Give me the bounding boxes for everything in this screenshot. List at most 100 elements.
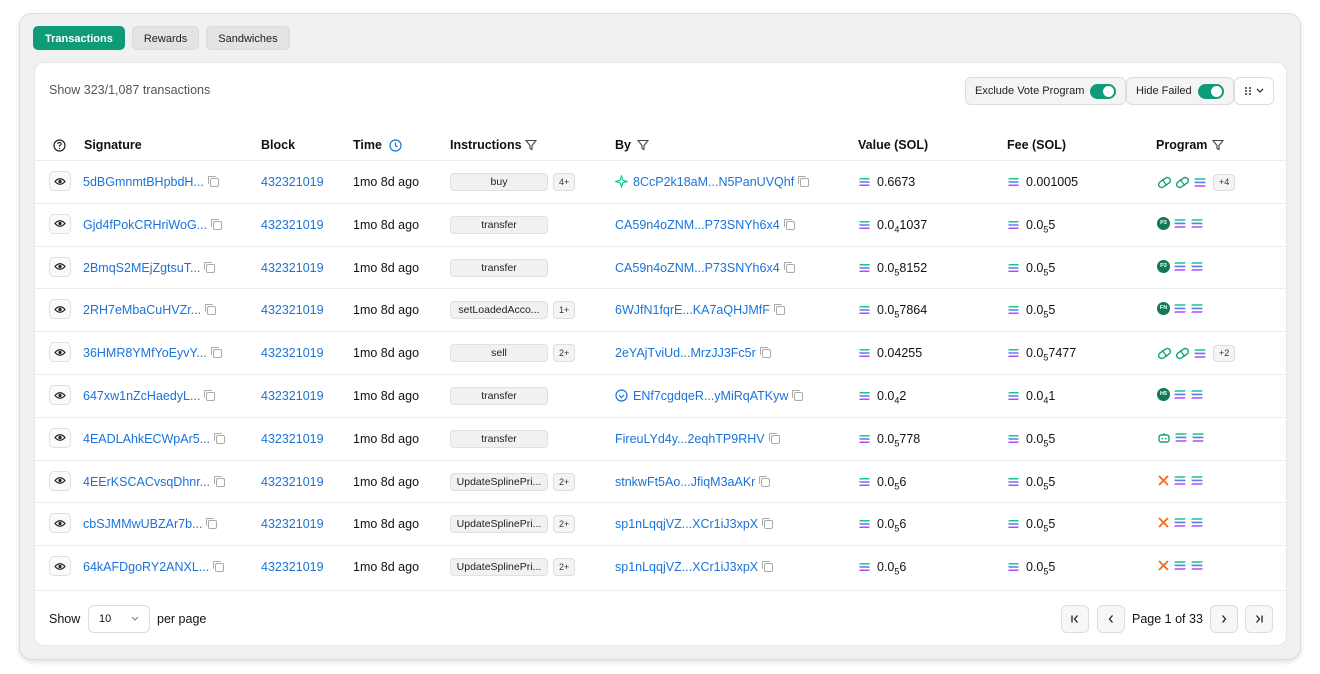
instruction-pill[interactable]: UpdateSplinePri... xyxy=(450,472,548,491)
copy-icon[interactable] xyxy=(204,390,216,401)
clock-icon[interactable] xyxy=(389,139,402,152)
view-button[interactable] xyxy=(49,299,71,320)
instruction-pill[interactable]: buy xyxy=(450,173,548,191)
copy-icon[interactable] xyxy=(205,304,217,316)
copy-icon[interactable] xyxy=(211,218,223,230)
prev-page-button[interactable] xyxy=(1097,605,1125,633)
block-cell[interactable]: 432321019 xyxy=(261,175,324,189)
block-cell[interactable]: 432321019 xyxy=(261,517,324,531)
instruction-pill[interactable]: transfer xyxy=(450,258,548,277)
by-cell[interactable]: ENf7cgdqeR...yMiRqATKyw xyxy=(615,389,804,403)
more-instructions-badge[interactable]: 2+ xyxy=(553,344,576,363)
copy-icon[interactable] xyxy=(792,390,804,401)
by-cell[interactable]: 8CcP2k18aM...N5PanUVQhf xyxy=(613,173,810,190)
signature-cell[interactable]: cbSJMMwUBZAr7b... xyxy=(83,517,218,531)
copy-icon[interactable] xyxy=(210,347,222,359)
copy-icon[interactable] xyxy=(213,561,225,573)
tab-sandwiches[interactable]: Sandwiches xyxy=(206,26,290,50)
view-button[interactable] xyxy=(49,513,71,534)
copy-icon[interactable] xyxy=(783,261,795,273)
copy-icon[interactable] xyxy=(759,475,771,487)
copy-icon[interactable] xyxy=(773,304,785,316)
block-cell[interactable]: 432321019 xyxy=(261,303,324,317)
more-instructions-badge[interactable]: 2+ xyxy=(553,558,576,577)
instruction-pill[interactable]: transfer xyxy=(450,429,548,448)
table-row[interactable]: 64kAFDgoRY2ANXL... 432321019 1mo 8d ago Upd… xyxy=(35,545,1288,588)
view-button[interactable] xyxy=(49,256,71,277)
copy-icon[interactable] xyxy=(214,475,226,487)
next-page-button[interactable] xyxy=(1210,605,1238,633)
copy-icon[interactable] xyxy=(204,261,216,273)
signature-cell[interactable]: 2RH7eMbaCuHVZr... xyxy=(83,303,217,317)
table-row[interactable]: 4EErKSCACvsqDhnr... 432321019 1mo 8d ago Up… xyxy=(35,459,1288,503)
more-instructions-badge[interactable]: 1+ xyxy=(553,301,576,320)
block-cell[interactable]: 432321019 xyxy=(261,218,324,232)
hide-failed-switch[interactable] xyxy=(1197,83,1224,99)
exclude-vote-toggle[interactable]: Exclude Vote Program xyxy=(965,77,1127,105)
view-button[interactable] xyxy=(49,385,71,405)
table-row[interactable]: 36HMR8YMfYoEyvY... 432321019 1mo 8d ago sel… xyxy=(35,331,1288,374)
table-row[interactable]: 647xw1nZcHaedyL... 432321019 1mo 8d ago tra… xyxy=(35,374,1288,417)
block-cell[interactable]: 432321019 xyxy=(261,261,324,275)
copy-icon[interactable] xyxy=(759,347,771,359)
block-cell[interactable]: 432321019 xyxy=(261,475,324,489)
block-cell[interactable]: 432321019 xyxy=(261,389,324,403)
copy-icon[interactable] xyxy=(783,218,795,230)
last-page-button[interactable] xyxy=(1245,605,1273,633)
column-settings-button[interactable] xyxy=(1234,77,1274,105)
by-cell[interactable]: 6WJfN1fqrE...KA7aQHJMfF xyxy=(615,303,785,317)
view-button[interactable] xyxy=(49,427,71,448)
copy-icon[interactable] xyxy=(768,432,780,444)
instruction-pill[interactable]: UpdateSplinePri... xyxy=(450,558,548,577)
view-button[interactable] xyxy=(49,470,71,491)
tab-rewards[interactable]: Rewards xyxy=(131,26,200,50)
help-icon[interactable] xyxy=(53,139,66,152)
copy-icon[interactable] xyxy=(214,432,226,444)
by-cell[interactable]: CA59n4oZNM...P73SNYh6x4 xyxy=(615,261,795,275)
table-row[interactable]: 2RH7eMbaCuHVZr... 432321019 1mo 8d ago setL… xyxy=(35,288,1288,331)
signature-cell[interactable]: 36HMR8YMfYoEyvY... xyxy=(83,346,222,360)
signature-cell[interactable]: 4EADLAhkECWpAr5... xyxy=(83,432,226,446)
signature-cell[interactable]: 4EErKSCACvsqDhnr... xyxy=(83,475,226,489)
block-cell[interactable]: 432321019 xyxy=(261,346,324,360)
exclude-vote-switch[interactable] xyxy=(1090,83,1117,99)
signature-cell[interactable]: 2BmqS2MEjZgtsuT... xyxy=(83,261,216,275)
hide-failed-toggle[interactable]: Hide Failed xyxy=(1126,77,1234,105)
table-row[interactable]: Gjd4fPokCRHriWoG... 432321019 1mo 8d ago tr… xyxy=(35,202,1288,246)
more-instructions-badge[interactable]: 4+ xyxy=(553,173,576,191)
view-button[interactable] xyxy=(49,342,71,363)
copy-icon[interactable] xyxy=(762,518,774,530)
block-cell[interactable]: 432321019 xyxy=(261,432,324,446)
view-button[interactable] xyxy=(49,556,71,577)
table-row[interactable]: 5dBGmnmtBHpbdH... 432321019 1mo 8d ago buy 4… xyxy=(35,160,1288,203)
signature-cell[interactable]: Gjd4fPokCRHriWoG... xyxy=(83,218,223,232)
instruction-pill[interactable]: transfer xyxy=(450,387,548,405)
by-cell[interactable]: 2eYAjTviUd...MrzJJ3Fc5r xyxy=(615,346,771,360)
instruction-pill[interactable]: transfer xyxy=(450,215,548,234)
instruction-pill[interactable]: setLoadedAcco... xyxy=(450,301,548,320)
instruction-pill[interactable]: sell xyxy=(450,344,548,363)
copy-icon[interactable] xyxy=(798,176,810,187)
per-page-select[interactable]: 10 xyxy=(88,605,150,633)
by-cell[interactable]: FireuLYd4y...2eqhTP9RHV xyxy=(615,432,780,446)
by-cell[interactable]: CA59n4oZNM...P73SNYh6x4 xyxy=(615,218,795,232)
table-row[interactable]: cbSJMMwUBZAr7b... 432321019 1mo 8d ago Upda… xyxy=(35,502,1288,545)
tab-transactions[interactable]: Transactions xyxy=(33,26,125,50)
table-row[interactable]: 2BmqS2MEjZgtsuT... 432321019 1mo 8d ago tra… xyxy=(35,245,1288,289)
signature-cell[interactable]: 5dBGmnmtBHpbdH... xyxy=(83,175,219,189)
copy-icon[interactable] xyxy=(762,561,774,573)
more-programs-badge[interactable]: +2 xyxy=(1213,345,1236,363)
copy-icon[interactable] xyxy=(206,518,218,530)
first-page-button[interactable] xyxy=(1061,605,1089,633)
view-button[interactable] xyxy=(49,171,71,191)
block-cell[interactable]: 432321019 xyxy=(261,560,324,574)
by-cell[interactable]: stnkwFt5Ao...JfiqM3aAKr xyxy=(615,475,771,489)
instructions-filter-icon[interactable] xyxy=(525,139,537,151)
more-programs-badge[interactable]: +4 xyxy=(1213,174,1236,191)
view-button[interactable] xyxy=(49,213,71,234)
by-filter-icon[interactable] xyxy=(637,139,649,151)
table-row[interactable]: 4EADLAhkECWpAr5... 432321019 1mo 8d ago tra… xyxy=(35,416,1288,460)
program-filter-icon[interactable] xyxy=(1212,139,1224,151)
by-cell[interactable]: sp1nLqqjVZ...XCr1iJ3xpX xyxy=(615,517,774,531)
instruction-pill[interactable]: UpdateSplinePri... xyxy=(450,515,548,534)
